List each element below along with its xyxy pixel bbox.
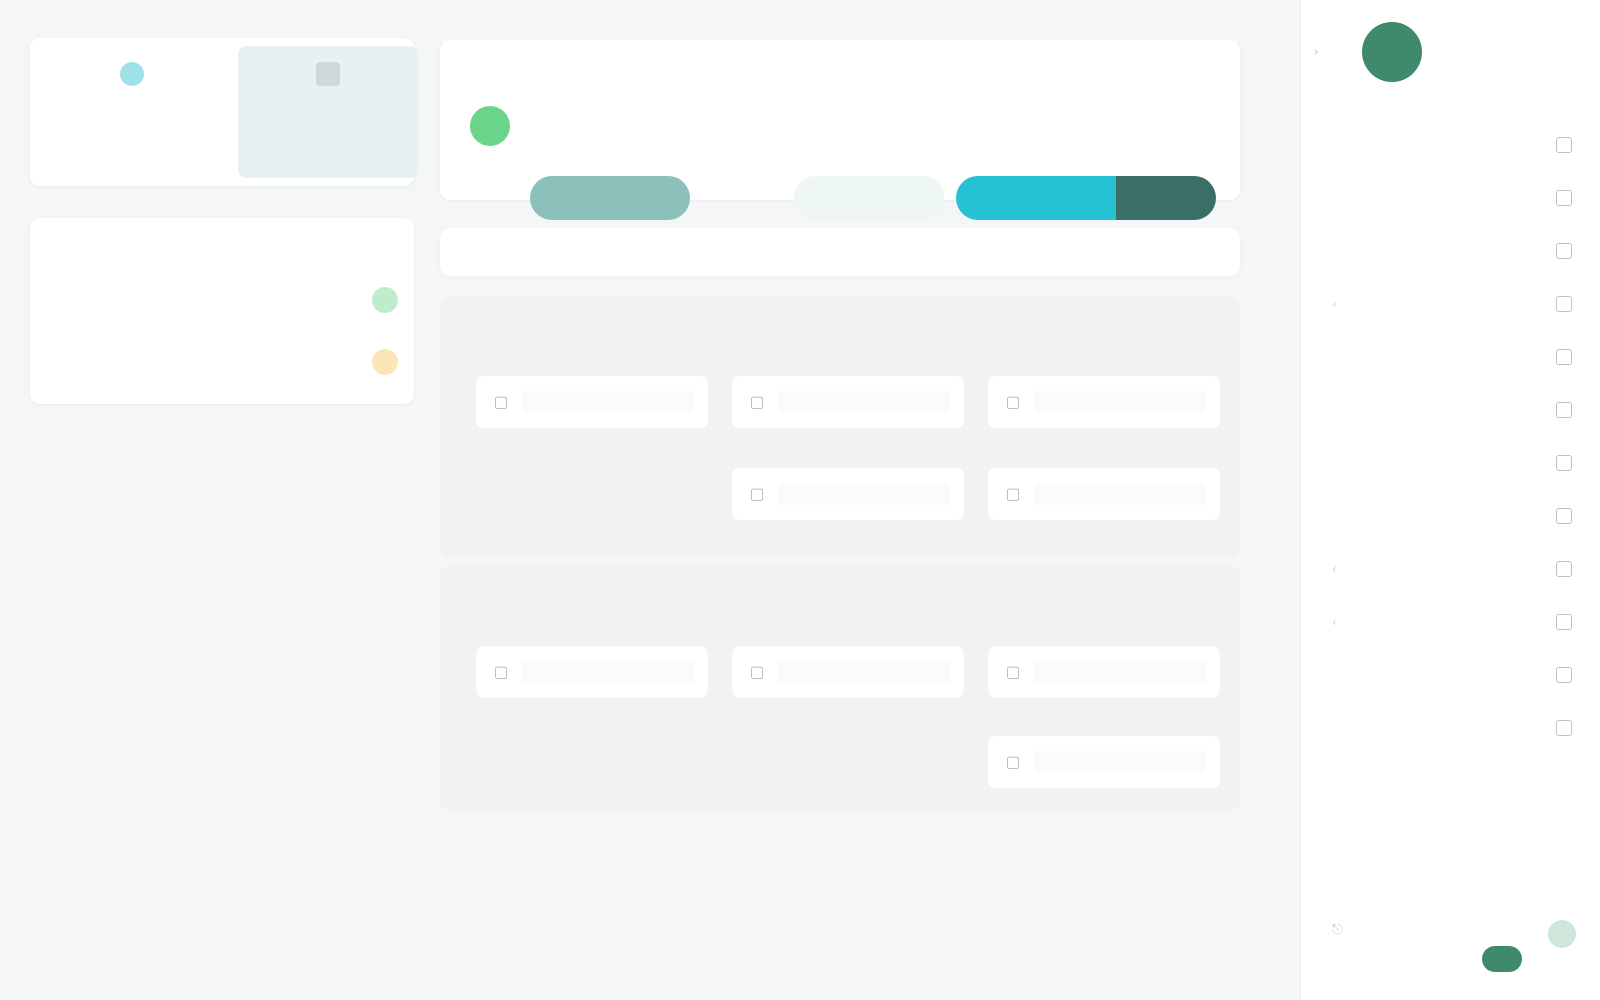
user-panel: ⎋: [1326, 910, 1576, 980]
logo[interactable]: [1362, 20, 1532, 84]
summary-panel: [0, 0, 440, 1000]
field-value: [778, 483, 950, 505]
form-field[interactable]: ▢: [988, 736, 1220, 788]
menu-item-icon: [1556, 189, 1572, 206]
primary-cyan-button[interactable]: [956, 176, 1116, 220]
field-value: [1034, 391, 1206, 413]
stat-icon: [316, 62, 340, 86]
field-value: [1034, 661, 1206, 683]
sidebar-item-11[interactable]: [1332, 648, 1572, 701]
menu-item-icon: [1556, 719, 1572, 736]
menu-item-icon: [1556, 507, 1572, 524]
field-value: [1034, 483, 1206, 505]
form-field[interactable]: ▢: [732, 646, 964, 698]
chevron-down-icon: ›: [1332, 614, 1337, 629]
stat-tile-2[interactable]: [238, 46, 418, 178]
menu-item-icon: [1556, 560, 1572, 577]
stat-value: [311, 96, 345, 126]
list-item[interactable]: [50, 340, 398, 384]
menu-item-icon: [1556, 136, 1572, 153]
field-icon: ▢: [1005, 662, 1021, 681]
sidebar-item-4[interactable]: ›: [1332, 277, 1572, 330]
ghost-button[interactable]: [794, 176, 944, 220]
logo-mark: [1362, 22, 1422, 82]
header-actions: [530, 176, 1216, 220]
field-value: [1034, 751, 1206, 773]
chevron-down-icon: ›: [1332, 561, 1337, 576]
page-header: [440, 40, 1240, 220]
field-value: [522, 391, 694, 413]
sidebar-item-5[interactable]: [1332, 330, 1572, 383]
field-icon: ▢: [1005, 752, 1021, 771]
field-value: [778, 391, 950, 413]
sidebar-item-10[interactable]: ›: [1332, 595, 1572, 648]
field-icon: ▢: [1005, 484, 1021, 503]
field-icon: ▢: [749, 392, 765, 411]
field-icon: ▢: [749, 484, 765, 503]
status-dot-icon: [372, 349, 398, 375]
sidebar-item-6[interactable]: [1332, 383, 1572, 436]
field-value: [778, 661, 950, 683]
menu-item-icon: [1556, 242, 1572, 259]
menu-item-icon: [1556, 348, 1572, 365]
field-icon: ▢: [493, 662, 509, 681]
form-field[interactable]: ▢: [988, 376, 1220, 428]
collapse-icon[interactable]: ‹: [1308, 44, 1324, 60]
status-badge: [1482, 946, 1522, 972]
sidebar: ‹ › › › ⎋: [1300, 0, 1600, 1000]
stats-card: [30, 38, 418, 186]
menu-item-icon: [1556, 401, 1572, 418]
field-icon: ▢: [493, 392, 509, 411]
form-field[interactable]: ▢: [476, 376, 708, 428]
sidebar-item-8[interactable]: [1332, 489, 1572, 542]
form-group-2: ▢ ▢ ▢ ▢: [440, 566, 1240, 810]
form-group-3: [440, 830, 1240, 880]
logout-icon[interactable]: ⎋: [1332, 922, 1343, 938]
page-subtitle: [656, 138, 1216, 152]
menu-item-icon: [1556, 666, 1572, 683]
sidebar-item-1[interactable]: [1332, 118, 1572, 171]
stat-tile-1[interactable]: [42, 46, 222, 178]
group-header[interactable]: [460, 312, 1220, 344]
section-bar[interactable]: [440, 228, 1240, 276]
form-field[interactable]: ▢: [988, 646, 1220, 698]
list-item[interactable]: [50, 278, 398, 322]
sidebar-item-3[interactable]: [1332, 224, 1572, 277]
activity-list: [30, 218, 414, 404]
status-dot-icon: [470, 106, 510, 146]
secondary-button[interactable]: [530, 176, 690, 220]
menu-item-icon: [1556, 613, 1572, 630]
delete-button[interactable]: [702, 176, 782, 220]
sidebar-item-2[interactable]: [1332, 171, 1572, 224]
stat-value: [115, 96, 149, 126]
chevron-down-icon: ›: [1332, 296, 1337, 311]
sidebar-item-9[interactable]: ›: [1332, 542, 1572, 595]
form-field[interactable]: ▢: [476, 646, 708, 698]
form-field[interactable]: ▢: [732, 376, 964, 428]
avatar[interactable]: [1548, 920, 1576, 948]
sidebar-item-7[interactable]: [1332, 436, 1572, 489]
sidebar-item-12[interactable]: [1332, 701, 1572, 754]
group-header[interactable]: [460, 846, 1220, 878]
form-field[interactable]: ▢: [988, 468, 1220, 520]
stat-icon: [120, 62, 144, 86]
group-header[interactable]: [460, 582, 1220, 614]
field-icon: ▢: [1005, 392, 1021, 411]
sidebar-nav: › › ›: [1332, 118, 1572, 754]
field-value: [522, 661, 694, 683]
field-icon: ▢: [749, 662, 765, 681]
menu-item-icon: [1556, 454, 1572, 471]
status-dot-icon: [372, 287, 398, 313]
form-group-1: ▢ ▢ ▢ ▢ ▢: [440, 296, 1240, 558]
primary-dark-button[interactable]: [1116, 176, 1216, 220]
status-indicator: [460, 106, 510, 146]
menu-item-icon: [1556, 295, 1572, 312]
form-field[interactable]: ▢: [732, 468, 964, 520]
main-content: ▢ ▢ ▢ ▢ ▢ ▢ ▢ ▢ ▢: [440, 0, 1270, 1000]
